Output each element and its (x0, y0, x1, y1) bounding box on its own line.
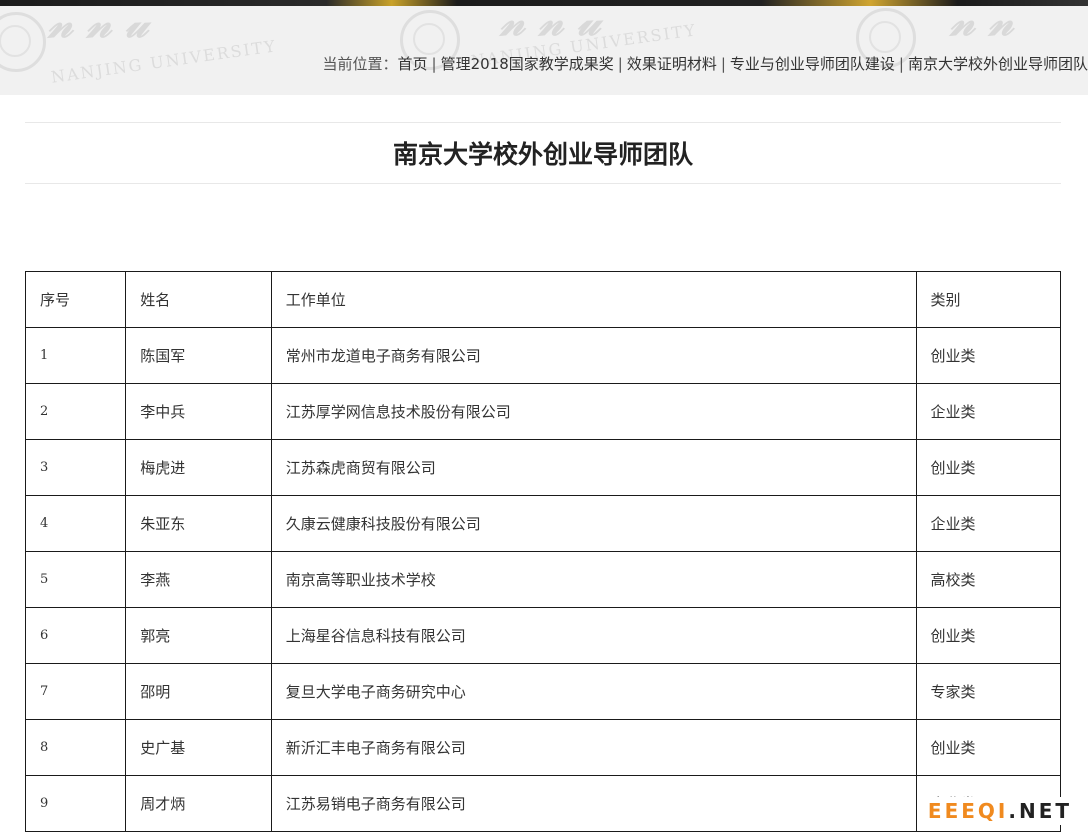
breadcrumb-home-link[interactable]: 首页 (398, 55, 428, 73)
cell-employer: 常州市龙道电子商务有限公司 (270, 327, 917, 384)
title-divider-bottom (25, 183, 1061, 184)
cell-category: 专家类 (915, 663, 1062, 720)
cell-index: 9 (24, 775, 127, 832)
cell-employer: 上海星谷信息科技有限公司 (270, 607, 917, 664)
table-row: 1 陈国军 常州市龙道电子商务有限公司 创业类 (24, 327, 1062, 384)
cell-employer: 江苏森虎商贸有限公司 (270, 439, 917, 496)
cell-index: 1 (24, 327, 127, 384)
table-row: 4 朱亚东 久康云健康科技股份有限公司 企业类 (24, 495, 1062, 552)
table-row: 7 邵明 复旦大学电子商务研究中心 专家类 (24, 663, 1062, 720)
table-row: 9 周才炳 江苏易销电子商务有限公司 企业类 (24, 775, 1062, 832)
table-row: 8 史广基 新沂汇丰电子商务有限公司 创业类 (24, 719, 1062, 776)
cell-index: 4 (24, 495, 127, 552)
cell-category: 创业类 (915, 607, 1062, 664)
cell-category: 高校类 (915, 551, 1062, 608)
column-header-category: 类别 (915, 271, 1062, 328)
mentor-table: 序号 姓名 工作单位 类别 1 陈国军 常州市龙道电子商务有限公司 创业类 2 … (24, 271, 1062, 832)
cell-index: 2 (24, 383, 127, 440)
column-header-employer: 工作单位 (270, 271, 917, 328)
cell-index: 8 (24, 719, 127, 776)
cell-name: 周才炳 (125, 775, 272, 832)
page-title: 南京大学校外创业导师团队 (392, 140, 693, 169)
column-header-name: 姓名 (125, 271, 272, 328)
cell-category: 企业类 (915, 383, 1062, 440)
cell-name: 李燕 (125, 551, 272, 608)
breadcrumb-separator: | (898, 55, 904, 73)
cell-employer: 新沂汇丰电子商务有限公司 (270, 719, 917, 776)
cell-category: 创业类 (915, 327, 1062, 384)
cell-name: 邵明 (125, 663, 272, 720)
breadcrumb: 当前位置：首页 | 管理2018国家教学成果奖 | 效果证明材料 | 专业与创业导师团队建设… (322, 53, 1088, 75)
cell-name: 史广基 (125, 719, 272, 776)
university-seal-icon (0, 12, 46, 72)
table-row: 3 梅虎进 江苏森虎商贸有限公司 创业类 (24, 439, 1062, 496)
table-header-row: 序号 姓名 工作单位 类别 (24, 271, 1062, 328)
table-row: 5 李燕 南京高等职业技术学校 高校类 (24, 551, 1062, 608)
cell-name: 朱亚东 (125, 495, 272, 552)
table-row: 2 李中兵 江苏厚学网信息技术股份有限公司 企业类 (24, 383, 1062, 440)
table-row: 6 郭亮 上海星谷信息科技有限公司 创业类 (24, 607, 1062, 664)
cell-index: 5 (24, 551, 127, 608)
brand-text-part2: .NET (1008, 799, 1072, 823)
cell-category: 创业类 (915, 439, 1062, 496)
cell-name: 李中兵 (125, 383, 272, 440)
breadcrumb-link-evidence[interactable]: 效果证明材料 (627, 55, 717, 73)
cell-name: 郭亮 (125, 607, 272, 664)
cell-name: 梅虎进 (125, 439, 272, 496)
title-divider-top (25, 122, 1061, 123)
breadcrumb-separator: | (617, 55, 623, 73)
breadcrumb-link-current[interactable]: 南京大学校外创业导师团队 (908, 55, 1088, 73)
breadcrumb-link-team-building[interactable]: 专业与创业导师团队建设 (730, 55, 895, 73)
cell-category: 企业类 (915, 495, 1062, 552)
cell-index: 6 (24, 607, 127, 664)
header-banner: 𝓃 𝓃 𝓊 NANJING UNIVERSITY 𝓃 𝓃 𝓊 NANJING U… (0, 6, 1088, 95)
cell-employer: 江苏厚学网信息技术股份有限公司 (270, 383, 917, 440)
breadcrumb-separator: | (431, 55, 437, 73)
breadcrumb-separator: | (720, 55, 726, 73)
cell-employer: 南京高等职业技术学校 (270, 551, 917, 608)
cell-index: 3 (24, 439, 127, 496)
cell-employer: 复旦大学电子商务研究中心 (270, 663, 917, 720)
cell-category: 创业类 (915, 719, 1062, 776)
brand-text-part1: EEEQI (927, 799, 1009, 823)
site-watermark-logo: EEEQI.NET (923, 797, 1076, 825)
cell-employer: 久康云健康科技股份有限公司 (270, 495, 917, 552)
cell-name: 陈国军 (125, 327, 272, 384)
cell-index: 7 (24, 663, 127, 720)
cell-employer: 江苏易销电子商务有限公司 (270, 775, 917, 832)
breadcrumb-prefix: 当前位置： (322, 55, 398, 73)
university-watermark: 𝓃 𝓃 𝓊 NANJING UNIVERSITY 𝓃 𝓃 𝓊 NANJING U… (0, 6, 1088, 95)
column-header-index: 序号 (24, 271, 127, 328)
breadcrumb-link-award[interactable]: 管理2018国家教学成果奖 (441, 55, 614, 73)
